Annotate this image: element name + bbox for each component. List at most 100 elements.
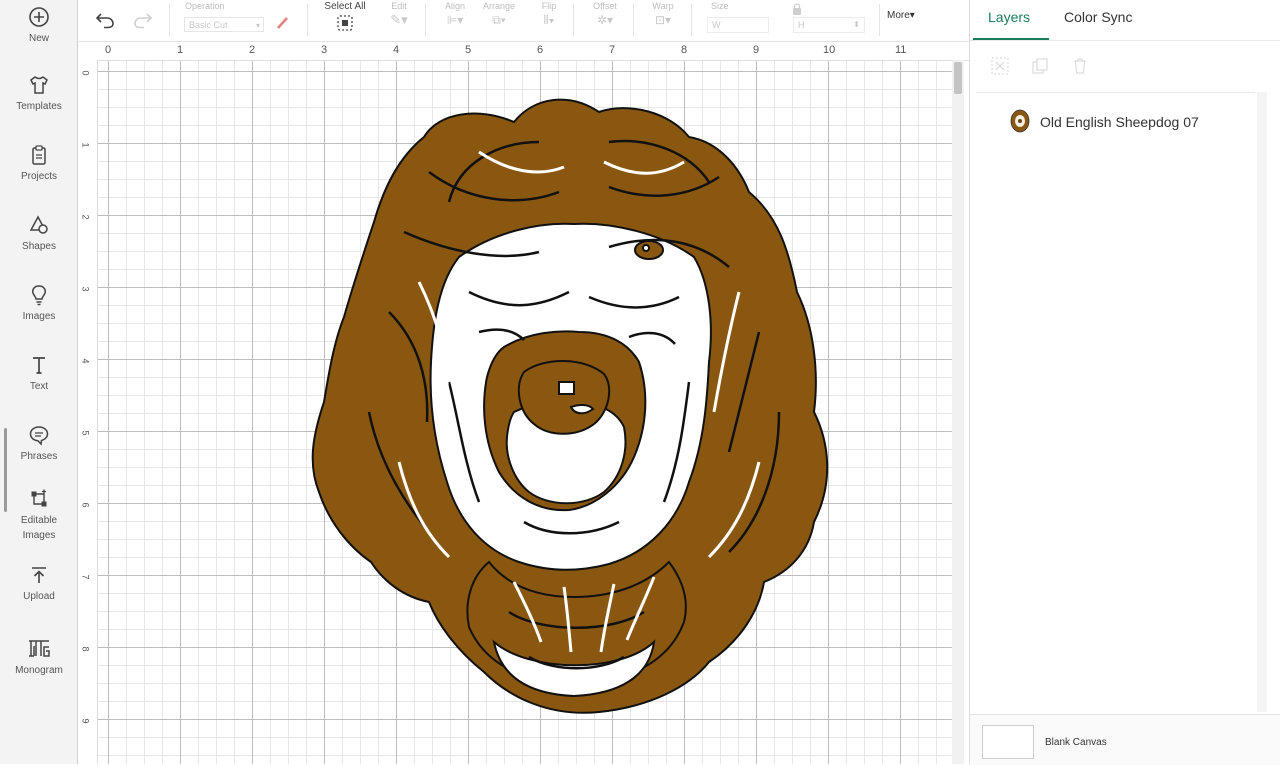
left-sidebar: New Templates Projects Shapes Images Tex…: [0, 0, 78, 764]
left-ruler: 0 1 2 3 4 5 6 7 8 9: [79, 60, 98, 764]
shapes-icon: [29, 215, 48, 234]
pen-color-icon[interactable]: [275, 15, 291, 31]
layers-panel: Layers Color Sync Old English Sheepdog 0…: [969, 0, 1280, 765]
stepper-icon: ⬍: [853, 20, 860, 29]
sidebar-item-new[interactable]: New: [0, 6, 78, 46]
group-icon[interactable]: [990, 56, 1010, 76]
plus-circle-icon: [29, 7, 49, 27]
ruler-mark: 2: [80, 214, 91, 220]
operation-select[interactable]: Basic Cut ▾: [184, 17, 264, 32]
sidebar-item-shapes[interactable]: Shapes: [0, 214, 78, 254]
warp-button[interactable]: Warp ⊡▾: [643, 0, 683, 42]
more-button[interactable]: More▾: [887, 10, 915, 21]
ruler-mark: 9: [753, 44, 760, 56]
ruler-mark: 5: [80, 430, 91, 436]
pencil-icon: ✎▾: [390, 12, 408, 27]
scrollbar-thumb[interactable]: [954, 62, 962, 94]
ruler-mark: 3: [321, 44, 328, 56]
canvas-vertical-scrollbar[interactable]: [952, 60, 964, 764]
sidebar-label-text: Text: [29, 381, 49, 392]
duplicate-icon[interactable]: [1030, 56, 1050, 76]
flip-icon: ⫴▾: [543, 13, 555, 27]
lock-icon[interactable]: [791, 2, 803, 16]
lightbulb-icon: [32, 285, 46, 306]
sidebar-label-upload: Upload: [23, 591, 55, 602]
sidebar-item-upload[interactable]: Upload: [0, 564, 78, 604]
canvas-color-swatch[interactable]: [982, 725, 1034, 759]
height-input[interactable]: H ⬍: [793, 17, 865, 33]
ruler-mark: 8: [681, 44, 688, 56]
ruler-mark: 10: [823, 44, 836, 56]
offset-button[interactable]: Offset ✲▾: [583, 0, 627, 42]
caret-down-icon: ▾: [909, 10, 915, 21]
sidebar-item-editable-images[interactable]: Editable Images: [0, 488, 78, 543]
panel-scrollbar[interactable]: [1257, 92, 1267, 712]
speech-bubble-icon: [29, 426, 49, 446]
tab-layers[interactable]: Layers: [988, 9, 1030, 25]
arrange-icon: ⧉▾: [492, 13, 506, 27]
sidebar-item-projects[interactable]: Projects: [0, 144, 78, 184]
clipboard-icon: [32, 145, 46, 165]
undo-icon[interactable]: [94, 11, 116, 29]
width-input[interactable]: W: [707, 17, 769, 33]
select-all-icon: [337, 15, 353, 31]
ruler-mark: 4: [80, 358, 91, 364]
sidebar-label-images: Images: [22, 311, 56, 322]
arrange-label: Arrange: [482, 1, 516, 11]
ruler-mark: 1: [80, 142, 91, 148]
redo-icon[interactable]: [132, 11, 154, 29]
flip-button[interactable]: Flip ⫴▾: [531, 0, 567, 42]
blank-canvas-label: Blank Canvas: [1045, 737, 1107, 748]
sidebar-label-monogram: Monogram: [15, 665, 63, 676]
offset-icon: ✲▾: [596, 13, 614, 27]
layer-list: Old English Sheepdog 07: [976, 92, 1255, 711]
width-prefix: W: [712, 20, 721, 30]
warp-icon: ⊡▾: [654, 13, 672, 27]
sidebar-scroll-indicator[interactable]: [4, 428, 7, 512]
sidebar-label-editable-images: Editable Images: [20, 515, 58, 541]
sidebar-label-shapes: Shapes: [22, 241, 56, 252]
sidebar-item-templates[interactable]: Templates: [0, 74, 78, 114]
more-label: More: [887, 10, 910, 21]
editable-image-icon: [31, 489, 47, 507]
sidebar-item-text[interactable]: Text: [0, 354, 78, 394]
sidebar-item-images[interactable]: Images: [0, 284, 78, 324]
align-button[interactable]: Align ⊫▾: [435, 0, 475, 42]
sidebar-label-templates: Templates: [16, 101, 62, 112]
tab-color-sync[interactable]: Color Sync: [1064, 9, 1132, 25]
ruler-mark: 0: [80, 70, 91, 76]
chevron-down-icon: ▾: [255, 21, 260, 30]
trash-icon[interactable]: [1070, 56, 1090, 76]
sheepdog-artwork[interactable]: [309, 82, 839, 717]
sidebar-item-monogram[interactable]: Monogram: [0, 638, 78, 678]
ruler-mark: 6: [537, 44, 544, 56]
ruler-mark: 9: [80, 718, 91, 724]
ruler-mark: 5: [465, 44, 472, 56]
design-canvas[interactable]: 0 1 2 3 4 5 6 7 8 9 10 11 0 1 2 3 4 5 6 …: [79, 42, 969, 764]
flip-label: Flip: [541, 1, 557, 11]
sidebar-label-phrases: Phrases: [20, 451, 58, 462]
align-label: Align: [444, 1, 465, 11]
text-icon: [33, 357, 45, 374]
size-label: Size: [711, 1, 729, 11]
tabs-divider: [970, 40, 1280, 41]
layer-row[interactable]: Old English Sheepdog 07: [976, 103, 1255, 141]
warp-label: Warp: [652, 1, 674, 11]
ruler-mark: 0: [105, 44, 112, 56]
layer-thumbnail: [1010, 109, 1030, 133]
select-all-button[interactable]: Select All: [317, 0, 373, 42]
sidebar-item-phrases[interactable]: Phrases: [0, 424, 78, 464]
ruler-mark: 6: [80, 502, 91, 508]
ruler-mark: 8: [80, 646, 91, 652]
ruler-mark: 11: [895, 44, 907, 56]
sidebar-label-new: New: [28, 33, 49, 44]
ruler-mark: 3: [80, 286, 91, 292]
arrange-button[interactable]: Arrange ⧉▾: [477, 0, 521, 42]
canvas-settings-footer: Blank Canvas: [970, 714, 1280, 765]
edit-button[interactable]: Edit ✎▾: [379, 0, 419, 42]
ruler-mark: 1: [177, 44, 184, 56]
layer-name: Old English Sheepdog 07: [1040, 114, 1199, 130]
top-ruler: 0 1 2 3 4 5 6 7 8 9 10 11: [79, 42, 969, 61]
sidebar-label-projects: Projects: [20, 171, 58, 182]
monogram-icon: [29, 640, 50, 657]
